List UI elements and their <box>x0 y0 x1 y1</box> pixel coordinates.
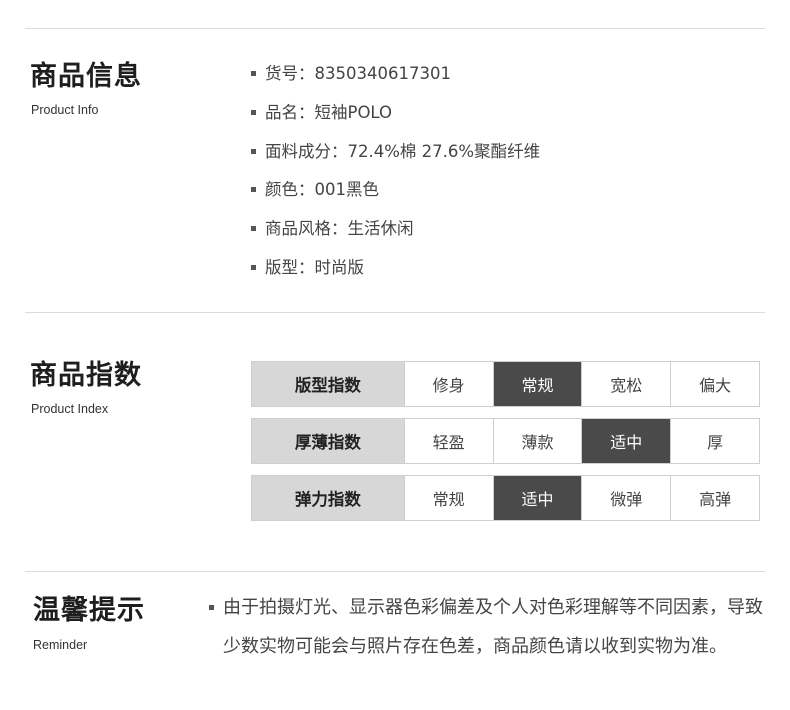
index-option: 薄款 <box>492 419 582 463</box>
index-option: 修身 <box>403 362 493 406</box>
info-label: 货号 <box>265 59 315 89</box>
info-label: 面料成分 <box>265 137 348 167</box>
index-option: 微弹 <box>581 476 670 520</box>
product-index-title: 商品指数 <box>30 360 142 391</box>
thickness-index-row: 厚薄指数 轻盈 薄款 适中 厚 <box>251 418 760 464</box>
index-option-selected: 适中 <box>581 419 671 463</box>
bullet-icon <box>251 148 256 154</box>
reminder-title: 温馨提示 <box>33 595 145 626</box>
info-value: 001黑色 <box>314 180 380 200</box>
info-label: 品名 <box>265 98 315 128</box>
elasticity-index-label: 弹力指数 <box>252 476 404 520</box>
info-item-style: 商品风格 生活休闲 <box>250 214 540 253</box>
product-index-subtitle: Product Index <box>31 402 109 416</box>
thickness-index-label: 厚薄指数 <box>252 419 404 463</box>
bullet-icon <box>251 264 256 270</box>
index-option-selected: 适中 <box>492 476 582 520</box>
index-option: 高弹 <box>670 476 759 520</box>
fit-index-label: 版型指数 <box>252 362 404 406</box>
section-divider <box>25 312 765 313</box>
info-item-sku: 货号 8350340617301 <box>250 59 540 98</box>
index-option: 厚 <box>670 419 759 463</box>
bullet-icon <box>251 226 256 232</box>
bullet-icon <box>251 187 256 193</box>
index-option: 轻盈 <box>403 419 493 463</box>
info-item-fabric: 面料成分 72.4%棉 27.6%聚酯纤维 <box>250 137 540 176</box>
bullet-icon <box>251 71 256 76</box>
info-label: 版型 <box>265 253 315 283</box>
index-option-selected: 常规 <box>492 362 582 406</box>
bullet-icon <box>251 109 256 115</box>
product-info-list: 货号 8350340617301 品名 短袖POLO 面料成分 72.4%棉 2… <box>250 59 540 292</box>
product-info-title: 商品信息 <box>30 61 142 92</box>
fit-index-row: 版型指数 修身 常规 宽松 偏大 <box>251 361 760 407</box>
info-value: 8350340617301 <box>314 64 451 83</box>
section-divider <box>25 571 765 572</box>
info-label: 商品风格 <box>265 214 348 244</box>
info-item-name: 品名 短袖POLO <box>250 98 540 137</box>
reminder-text: 由于拍摄灯光、显示器色彩偏差及个人对色彩理解等不同因素，导致少数实物可能会与照片… <box>223 597 763 657</box>
info-item-color: 颜色 001黑色 <box>250 175 540 214</box>
reminder-subtitle: Reminder <box>33 638 88 652</box>
index-option: 宽松 <box>581 362 670 406</box>
info-value: 时尚版 <box>314 257 365 277</box>
index-option: 常规 <box>403 476 493 520</box>
elasticity-index-row: 弹力指数 常规 适中 微弹 高弹 <box>251 475 760 521</box>
info-value: 72.4%棉 27.6%聚酯纤维 <box>347 141 541 161</box>
index-option: 偏大 <box>670 362 759 406</box>
info-value: 生活休闲 <box>347 219 414 239</box>
bullet-icon <box>209 605 214 610</box>
top-divider <box>25 28 765 29</box>
info-item-fit: 版型 时尚版 <box>250 253 540 292</box>
info-label: 颜色 <box>265 175 315 205</box>
product-info-subtitle: Product Info <box>31 103 99 117</box>
info-value: 短袖POLO <box>314 102 393 122</box>
